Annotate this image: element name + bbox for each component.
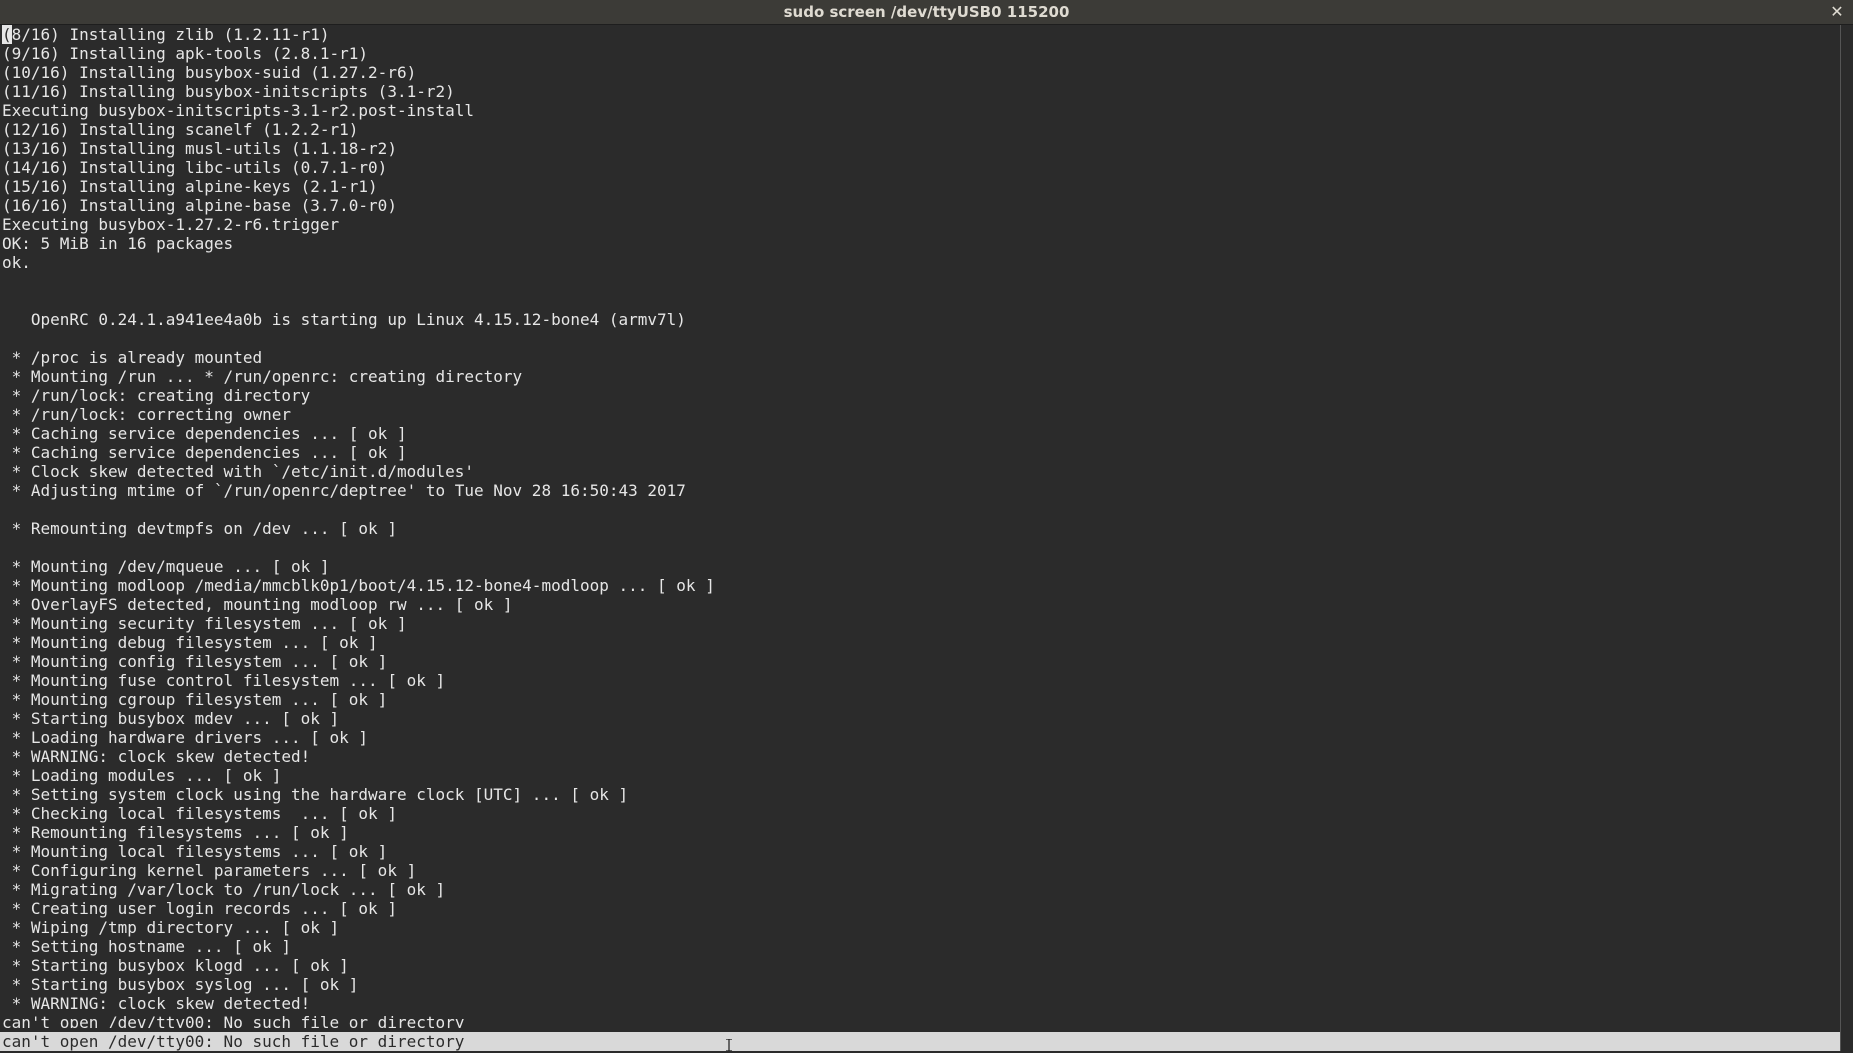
terminal-line: * Wiping /tmp directory ... [ ok ] bbox=[2, 918, 340, 937]
terminal-line: * Remounting devtmpfs on /dev ... [ ok ] bbox=[2, 519, 397, 538]
terminal-line: * Caching service dependencies ... [ ok … bbox=[2, 443, 407, 462]
terminal-line: * Migrating /var/lock to /run/lock ... [… bbox=[2, 880, 446, 899]
terminal-line: (11/16) Installing busybox-initscripts (… bbox=[2, 82, 455, 101]
terminal-line: Executing busybox-1.27.2-r6.trigger bbox=[2, 215, 340, 234]
terminal-line: * Mounting config filesystem ... [ ok ] bbox=[2, 652, 388, 671]
terminal-line: * Checking local filesystems ... [ ok ] bbox=[2, 804, 397, 823]
screen-status-bar: can't open /dev/tty00: No such file or d… bbox=[0, 1032, 1840, 1051]
terminal-line: * Mounting fuse control filesystem ... [… bbox=[2, 671, 446, 690]
terminal-line: * Mounting /dev/mqueue ... [ ok ] bbox=[2, 557, 330, 576]
terminal-line: (14/16) Installing libc-utils (0.7.1-r0) bbox=[2, 158, 388, 177]
terminal-line: * Creating user login records ... [ ok ] bbox=[2, 899, 397, 918]
window-title: sudo screen /dev/ttyUSB0 115200 bbox=[783, 3, 1070, 21]
terminal-line: * Clock skew detected with `/etc/init.d/… bbox=[2, 462, 475, 481]
terminal-line: * /proc is already mounted bbox=[2, 348, 263, 367]
terminal-line: * Setting system clock using the hardwar… bbox=[2, 785, 629, 804]
terminal-line: * WARNING: clock skew detected! bbox=[2, 994, 311, 1013]
terminal-line: * Mounting cgroup filesystem ... [ ok ] bbox=[2, 690, 388, 709]
terminal-line: can't open /dev/tty00: No such file or d… bbox=[2, 1013, 465, 1028]
terminal-line: OpenRC 0.24.1.a941ee4a0b is starting up … bbox=[2, 310, 686, 329]
terminal-line: * Configuring kernel parameters ... [ ok… bbox=[2, 861, 417, 880]
text-cursor: ( bbox=[2, 25, 12, 44]
terminal-line: (12/16) Installing scanelf (1.2.2-r1) bbox=[2, 120, 359, 139]
terminal-line: OK: 5 MiB in 16 packages bbox=[2, 234, 234, 253]
terminal-line: (16/16) Installing alpine-base (3.7.0-r0… bbox=[2, 196, 397, 215]
terminal-line: * Setting hostname ... [ ok ] bbox=[2, 937, 291, 956]
terminal-line: * WARNING: clock skew detected! bbox=[2, 747, 311, 766]
close-button[interactable]: ✕ bbox=[1827, 0, 1847, 24]
terminal-line: * Starting busybox mdev ... [ ok ] bbox=[2, 709, 340, 728]
title-bar[interactable]: sudo screen /dev/ttyUSB0 115200 ✕ bbox=[0, 0, 1853, 25]
status-message: can't open /dev/tty00: No such file or d… bbox=[2, 1032, 465, 1051]
terminal-line: * Caching service dependencies ... [ ok … bbox=[2, 424, 407, 443]
terminal-output[interactable]: (8/16) Installing zlib (1.2.11-r1) (9/16… bbox=[0, 25, 1838, 1028]
terminal-line: * Loading modules ... [ ok ] bbox=[2, 766, 282, 785]
terminal-line: * /run/lock: creating directory bbox=[2, 386, 311, 405]
terminal-line: (8/16) Installing zlib (1.2.11-r1) bbox=[2, 25, 330, 44]
terminal-line: * Mounting local filesystems ... [ ok ] bbox=[2, 842, 388, 861]
terminal-line: ok. bbox=[2, 253, 31, 272]
terminal-line: (10/16) Installing busybox-suid (1.27.2-… bbox=[2, 63, 417, 82]
terminal-line: * Starting busybox klogd ... [ ok ] bbox=[2, 956, 349, 975]
terminal-line: (9/16) Installing apk-tools (2.8.1-r1) bbox=[2, 44, 369, 63]
terminal-line: * Starting busybox syslog ... [ ok ] bbox=[2, 975, 359, 994]
ibeam-cursor-icon bbox=[726, 1039, 732, 1051]
terminal-line: * Mounting security filesystem ... [ ok … bbox=[2, 614, 407, 633]
terminal-line: (13/16) Installing musl-utils (1.1.18-r2… bbox=[2, 139, 397, 158]
terminal-line: * Mounting /run ... * /run/openrc: creat… bbox=[2, 367, 523, 386]
terminal-line: * OverlayFS detected, mounting modloop r… bbox=[2, 595, 513, 614]
scrollbar[interactable] bbox=[1840, 25, 1853, 1051]
terminal-line: Executing busybox-initscripts-3.1-r2.pos… bbox=[2, 101, 475, 120]
terminal-line: (15/16) Installing alpine-keys (2.1-r1) bbox=[2, 177, 378, 196]
terminal-line: * Adjusting mtime of `/run/openrc/deptre… bbox=[2, 481, 686, 500]
terminal-line: * Remounting filesystems ... [ ok ] bbox=[2, 823, 349, 842]
terminal-line: * Mounting modloop /media/mmcblk0p1/boot… bbox=[2, 576, 715, 595]
terminal-line: * Loading hardware drivers ... [ ok ] bbox=[2, 728, 369, 747]
terminal-line: * Mounting debug filesystem ... [ ok ] bbox=[2, 633, 378, 652]
terminal-window: sudo screen /dev/ttyUSB0 115200 ✕ (8/16)… bbox=[0, 0, 1853, 1053]
terminal-line: * /run/lock: correcting owner bbox=[2, 405, 291, 424]
